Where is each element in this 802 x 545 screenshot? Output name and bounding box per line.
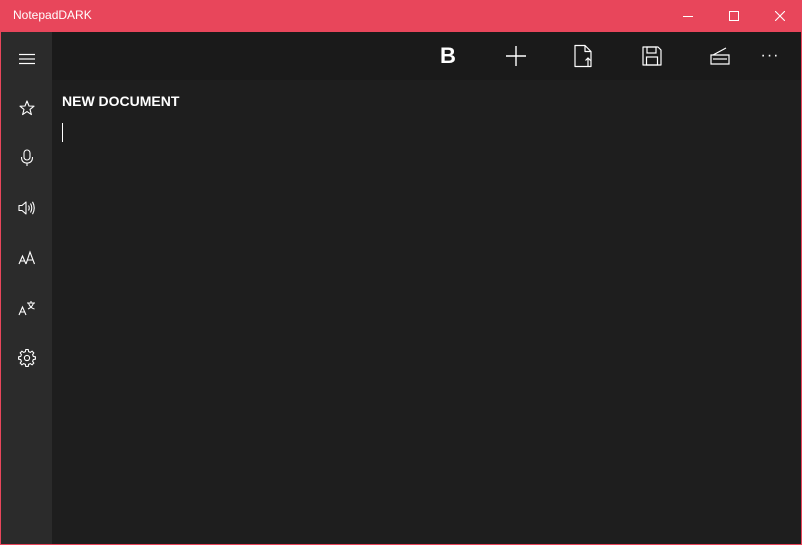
maximize-icon xyxy=(729,11,739,21)
hamburger-menu-button[interactable] xyxy=(1,34,52,84)
microphone-icon xyxy=(20,149,33,166)
font-size-icon xyxy=(17,250,35,265)
hamburger-menu-icon xyxy=(18,53,35,65)
document-title: NEW DOCUMENT xyxy=(62,93,180,109)
document-text-area[interactable] xyxy=(61,122,795,541)
read-aloud-button[interactable] xyxy=(1,183,52,233)
window-title: NotepadDARK xyxy=(13,8,92,22)
favorites-button[interactable] xyxy=(1,83,52,133)
text-caret xyxy=(62,123,63,142)
open-file-button[interactable] xyxy=(550,32,618,80)
title-bar[interactable]: NotepadDARK xyxy=(1,0,801,32)
open-file-icon xyxy=(574,44,592,68)
bold-icon: B xyxy=(440,43,456,68)
more-options-button[interactable]: ··· xyxy=(744,32,796,80)
speaker-icon xyxy=(17,201,35,215)
translate-icon xyxy=(17,301,35,316)
close-button[interactable] xyxy=(757,0,801,32)
font-size-button[interactable] xyxy=(1,233,52,283)
settings-button[interactable] xyxy=(1,333,52,383)
save-button[interactable] xyxy=(618,32,686,80)
gear-icon xyxy=(17,349,36,367)
dictation-button[interactable] xyxy=(1,133,52,183)
minimize-icon xyxy=(683,16,693,17)
save-icon xyxy=(642,46,662,66)
bold-button[interactable]: B xyxy=(414,32,482,80)
app-window: NotepadDARK B ··· NEW DOCUMENT xyxy=(0,0,802,545)
scanner-icon xyxy=(710,47,730,65)
translate-button[interactable] xyxy=(1,283,52,333)
more-icon: ··· xyxy=(760,47,780,64)
maximize-button[interactable] xyxy=(711,0,757,32)
minimize-button[interactable] xyxy=(665,0,711,32)
add-icon xyxy=(506,46,526,66)
sidebar xyxy=(1,32,52,544)
star-icon xyxy=(18,100,35,116)
close-icon xyxy=(775,11,785,21)
editor-pane: NEW DOCUMENT xyxy=(52,80,801,544)
command-bar: B ··· xyxy=(52,32,801,80)
new-document-button[interactable] xyxy=(482,32,550,80)
